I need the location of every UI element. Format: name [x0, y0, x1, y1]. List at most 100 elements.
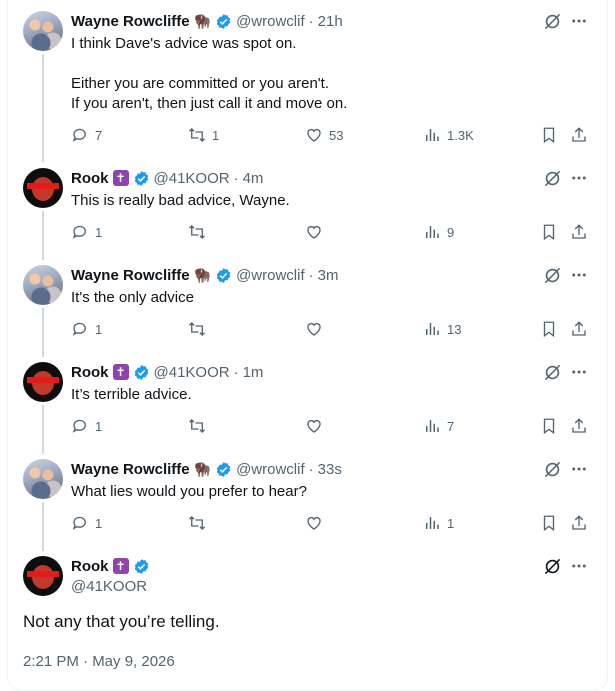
reply-button[interactable]: 1 [71, 223, 102, 241]
like-button[interactable] [305, 514, 329, 532]
avatar[interactable] [23, 362, 63, 402]
verified-badge-icon [216, 461, 231, 477]
bookmark-button[interactable] [540, 514, 558, 532]
reply-button[interactable]: 1 [71, 417, 102, 435]
views-button[interactable]: 1 [423, 514, 454, 532]
bison-emoji: 🦬 [193, 460, 212, 477]
views-button[interactable]: 13 [423, 320, 461, 338]
verified-badge-icon [134, 170, 148, 186]
grok-icon[interactable] [543, 460, 562, 479]
reply-count: 1 [95, 224, 103, 240]
grok-icon[interactable] [543, 557, 562, 576]
verified-badge-icon [216, 13, 231, 29]
avatar[interactable] [23, 11, 63, 51]
repost-button[interactable] [188, 514, 212, 532]
like-icon [307, 226, 321, 239]
repost-button[interactable] [188, 223, 212, 241]
author-handle[interactable]: @41KOOR [154, 364, 230, 381]
tweet-header: Rook ✝ @41KOOR · 1m [71, 362, 263, 382]
reply-icon [72, 128, 86, 142]
views-button[interactable]: 1.3K [423, 126, 474, 144]
author-name[interactable]: Wayne Rowcliffe [71, 461, 190, 478]
tweet-header: Wayne Rowcliffe 🦬 @wrowclif · 33s [71, 459, 342, 479]
bookmark-button[interactable] [540, 223, 558, 241]
author-handle[interactable]: @41KOOR [154, 170, 230, 187]
dot-separator: · [308, 12, 314, 30]
repost-button[interactable]: 1 [188, 126, 219, 144]
grok-icon[interactable] [543, 363, 562, 382]
cross-emoji: ✝ [112, 170, 129, 186]
author-name[interactable]: Wayne Rowcliffe [71, 267, 190, 284]
reply-count: 7 [95, 127, 103, 143]
like-button[interactable]: 53 [305, 126, 343, 144]
tweet-text: Not any that you’re telling. [23, 612, 220, 631]
bookmark-button[interactable] [540, 320, 558, 338]
share-button[interactable] [570, 514, 588, 532]
cross-emoji: ✝ [112, 558, 129, 574]
avatar[interactable] [23, 459, 63, 499]
views-button[interactable]: 7 [423, 417, 454, 435]
tweet-time[interactable]: 33s [318, 461, 342, 478]
tweet-text: I think Dave's advice was spot on. Eithe… [71, 35, 348, 112]
more-icon[interactable] [570, 557, 588, 575]
bookmark-button[interactable] [540, 417, 558, 435]
tweet-time[interactable]: 21h [318, 13, 343, 30]
repost-button[interactable] [188, 417, 212, 435]
bison-emoji: 🦬 [193, 266, 212, 283]
share-icon [572, 418, 586, 433]
tweet-text: It's the only advice [71, 289, 194, 306]
grok-icon[interactable] [543, 169, 562, 188]
views-icon [426, 323, 439, 335]
more-icon[interactable] [570, 460, 588, 478]
view-count: 1 [447, 515, 455, 531]
share-button[interactable] [570, 223, 588, 241]
tweet-actions: 1 1 [0, 514, 615, 534]
more-icon[interactable] [570, 266, 588, 284]
tweet-time[interactable]: 3m [318, 267, 339, 284]
reply-button[interactable]: 7 [71, 126, 102, 144]
author-name[interactable]: Rook [71, 170, 109, 187]
author-name[interactable]: Rook [71, 558, 109, 575]
grok-icon[interactable] [543, 12, 562, 31]
tweet-text: What lies would you prefer to hear? [71, 483, 307, 500]
avatar[interactable] [23, 556, 63, 596]
views-icon [426, 226, 439, 238]
more-icon[interactable] [570, 363, 588, 381]
tweet-timestamp[interactable]: 2:21 PM · May 9, 2026 [23, 653, 175, 670]
tweet-time[interactable]: 1m [243, 364, 264, 381]
tweet-text: It’s terrible advice. [71, 386, 192, 403]
grok-icon[interactable] [543, 266, 562, 285]
reply-count: 1 [95, 321, 103, 337]
share-button[interactable] [570, 320, 588, 338]
author-name[interactable]: Wayne Rowcliffe [71, 13, 190, 30]
author-handle[interactable]: @wrowclif [236, 13, 305, 30]
avatar[interactable] [23, 265, 63, 305]
like-button[interactable] [305, 417, 329, 435]
like-button[interactable] [305, 223, 329, 241]
author-handle[interactable]: @wrowclif [236, 461, 305, 478]
share-button[interactable] [570, 126, 588, 144]
like-button[interactable] [305, 320, 329, 338]
repost-icon [189, 322, 205, 336]
reply-button[interactable]: 1 [71, 320, 102, 338]
like-icon [307, 420, 321, 433]
share-button[interactable] [570, 417, 588, 435]
reply-icon [72, 419, 86, 433]
author-handle[interactable]: @wrowclif [236, 267, 305, 284]
tweet-actions: 1 13 [0, 320, 615, 340]
reply-button[interactable]: 1 [71, 514, 102, 532]
bookmark-button[interactable] [540, 126, 558, 144]
bison-emoji: 🦬 [193, 12, 212, 29]
views-icon [426, 129, 439, 141]
tweet-time[interactable]: 4m [243, 170, 264, 187]
reply-count: 1 [95, 418, 103, 434]
more-icon[interactable] [570, 169, 588, 187]
avatar[interactable] [23, 168, 63, 208]
repost-icon [189, 419, 205, 433]
views-button[interactable]: 9 [423, 223, 454, 241]
author-handle[interactable]: @41KOOR [71, 578, 147, 595]
repost-button[interactable] [188, 320, 212, 338]
author-name[interactable]: Rook [71, 364, 109, 381]
tweet-header: Wayne Rowcliffe 🦬 @wrowclif · 21h [71, 11, 343, 31]
more-icon[interactable] [570, 12, 588, 30]
